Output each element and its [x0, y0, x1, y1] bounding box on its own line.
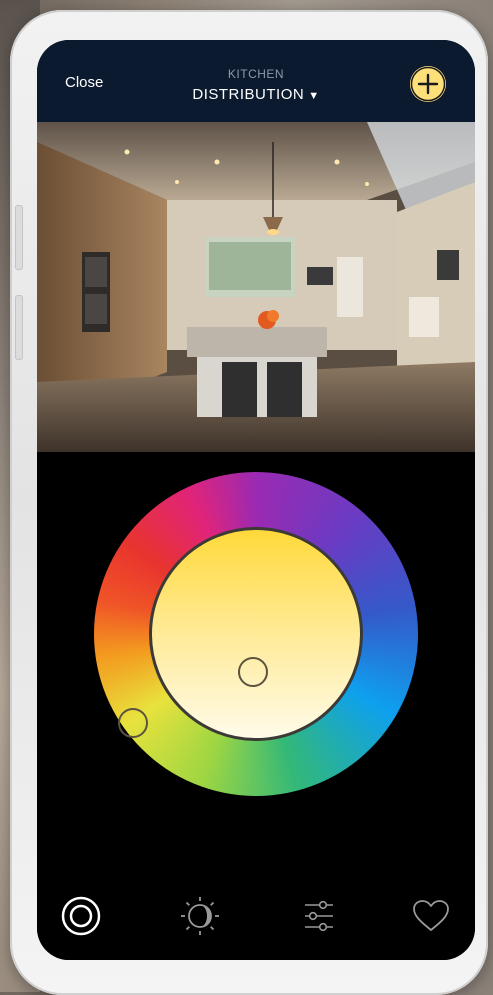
kitchen-room-photo: [37, 122, 475, 452]
app-screen: Close KITCHEN DISTRIBUTION ▼: [37, 40, 475, 960]
tab-adjustments[interactable]: [297, 894, 341, 938]
add-button[interactable]: [410, 66, 446, 102]
scene-name: DISTRIBUTION: [192, 86, 305, 103]
hue-picker-handle[interactable]: [118, 708, 148, 738]
dropdown-caret-icon: ▼: [308, 90, 320, 102]
bottom-tab-bar: [37, 872, 475, 960]
day-night-icon: [181, 897, 219, 935]
sliders-icon: [305, 900, 333, 932]
white-temperature-disc[interactable]: [149, 527, 363, 741]
color-picker-panel: [37, 452, 475, 872]
tab-color[interactable]: [59, 894, 103, 938]
white-picker-handle[interactable]: [238, 657, 268, 687]
plus-icon: [410, 66, 446, 102]
heart-icon: [413, 900, 449, 931]
tab-favorites[interactable]: [409, 894, 453, 938]
volume-up-button: [15, 205, 23, 270]
header-bar: Close KITCHEN DISTRIBUTION ▼: [37, 40, 475, 122]
color-wheel-icon: [61, 896, 101, 936]
kitchen-illustration: [37, 122, 475, 452]
tab-day-night[interactable]: [178, 894, 222, 938]
volume-down-button: [15, 295, 23, 360]
